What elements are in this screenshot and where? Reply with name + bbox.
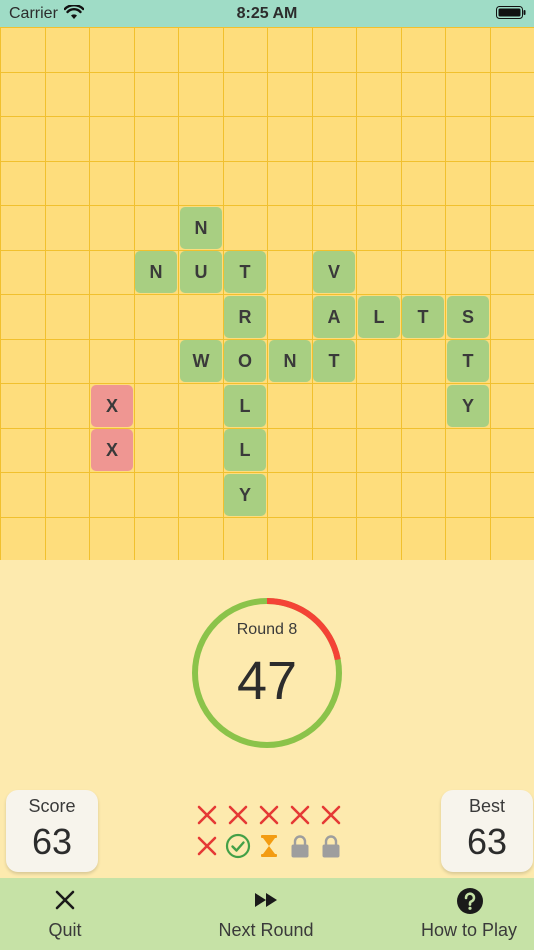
letter-tile[interactable]: N [180,207,222,249]
next-round-button[interactable]: Next Round [206,878,326,950]
failed-x-icon [194,802,220,828]
letter-tile[interactable]: Y [447,385,489,427]
letter-tile[interactable]: T [402,296,444,338]
letter-tile[interactable]: N [135,251,177,293]
bottom-toolbar: Quit Next Round How to Play [0,878,534,950]
letter-tile[interactable]: L [358,296,400,338]
letter-tile[interactable]: S [447,296,489,338]
failed-x-icon [287,802,313,828]
how-to-play-button[interactable]: How to Play [410,878,528,950]
failed-x-icon [225,802,251,828]
help-icon [457,888,483,914]
letter-tile[interactable]: T [447,340,489,382]
failed-x-icon [318,802,344,828]
letter-tile[interactable]: X [91,385,133,427]
letter-tile[interactable]: U [180,251,222,293]
letter-tile[interactable]: O [224,340,266,382]
best-value: 63 [466,821,508,862]
letter-tile[interactable]: T [313,340,355,382]
round-attempts [192,802,344,864]
hourglass-icon [256,833,282,859]
lock-icon [287,833,313,859]
failed-x-icon [194,833,220,859]
best-label: Best [468,796,506,816]
letter-tile[interactable]: W [180,340,222,382]
letter-tile[interactable]: V [313,251,355,293]
best-card: Best 63 [441,790,533,872]
letter-tile[interactable]: T [224,251,266,293]
score-card: Score 63 [6,790,98,872]
fast-forward-icon [254,888,278,912]
board-grid [0,27,534,560]
letter-tile[interactable]: L [224,385,266,427]
letter-tile[interactable]: X [91,429,133,471]
quit-button[interactable]: Quit [20,878,110,950]
letter-tile[interactable]: R [224,296,266,338]
status-bar: Carrier 8:25 AM [0,0,534,27]
letter-tile[interactable]: Y [224,474,266,516]
how-to-play-label: How to Play [420,920,518,940]
round-label: Round 8 [236,621,298,638]
clock-label: 8:25 AM [236,5,298,22]
next-round-label: Next Round [218,920,314,940]
letter-tile[interactable]: L [224,429,266,471]
letter-tile[interactable]: A [313,296,355,338]
time-remaining: 47 [236,651,298,711]
quit-label: Quit [48,920,82,940]
lock-icon [318,833,344,859]
score-value: 63 [31,821,73,862]
failed-x-icon [256,802,282,828]
letter-tile[interactable]: N [269,340,311,382]
close-icon [53,888,77,912]
game-board[interactable]: NNUTVRALTSWONTTXLYXLY [0,27,534,560]
score-label: Score [28,796,76,816]
battery-icon [496,6,526,19]
check-circle-icon [225,833,251,859]
